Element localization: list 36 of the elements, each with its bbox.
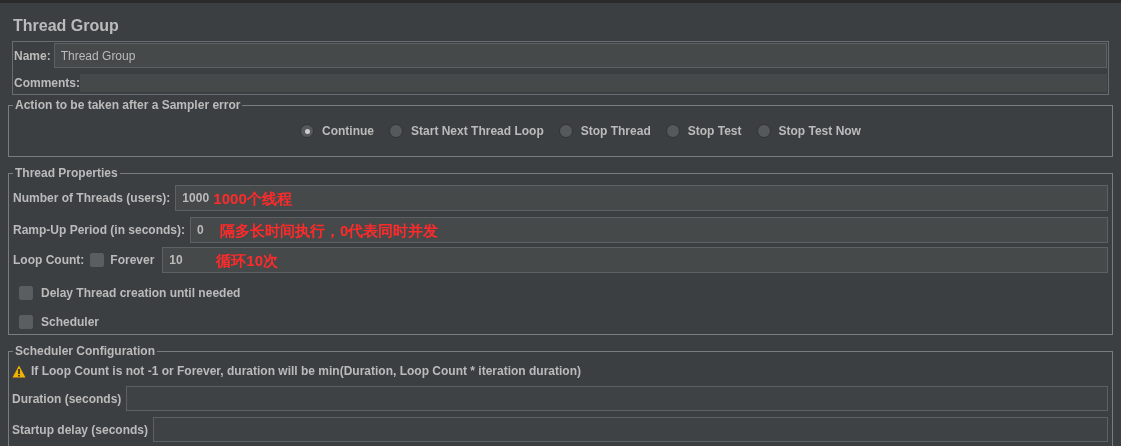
comments-field[interactable] bbox=[80, 74, 1107, 92]
radio-label[interactable]: Stop Test Now bbox=[778, 122, 861, 140]
annotation: 1000个线程 bbox=[213, 189, 292, 209]
panel-title: Thread Group bbox=[13, 17, 119, 34]
group-title: Thread Properties bbox=[13, 165, 120, 181]
annotation: 循环10次 bbox=[216, 251, 279, 271]
field-label: Duration (seconds) bbox=[12, 390, 122, 408]
checkbox-label[interactable]: Forever bbox=[110, 251, 155, 269]
radio-button[interactable] bbox=[389, 124, 404, 138]
radio-button[interactable] bbox=[756, 124, 771, 138]
field-label: Ramp-Up Period (in seconds): bbox=[13, 222, 185, 239]
annotation: 隔多长时间执行，0代表同时并发 bbox=[220, 221, 439, 241]
checkbox-label[interactable]: Scheduler bbox=[41, 312, 100, 331]
checkbox[interactable] bbox=[19, 285, 33, 300]
radio-label[interactable]: Start Next Thread Loop bbox=[411, 122, 544, 140]
input-field[interactable] bbox=[126, 386, 1108, 411]
field-label: Number of Threads (users): bbox=[13, 190, 171, 207]
name-field[interactable]: Thread Group bbox=[53, 43, 1107, 68]
radio-button[interactable] bbox=[300, 124, 315, 138]
radio-label[interactable]: Stop Thread bbox=[580, 122, 651, 140]
radio-label[interactable]: Stop Test bbox=[687, 122, 742, 140]
field-label: Startup delay (seconds) bbox=[12, 421, 149, 439]
input-field[interactable] bbox=[153, 417, 1108, 442]
checkbox-label[interactable]: Delay Thread creation until needed bbox=[41, 283, 241, 302]
field-label: Loop Count: bbox=[13, 252, 85, 269]
warning-icon bbox=[12, 364, 26, 378]
field-label: Comments: bbox=[14, 75, 80, 92]
checkbox[interactable] bbox=[90, 253, 105, 267]
warning-message: If Loop Count is not -1 or Forever, duration will be min(Duration, Loop Count * iteration duration) bbox=[31, 363, 581, 380]
field-label: Name: bbox=[14, 47, 51, 65]
radio-button[interactable] bbox=[665, 124, 680, 138]
checkbox[interactable] bbox=[19, 314, 33, 329]
group-title: Action to be taken after a Sampler error bbox=[13, 97, 243, 113]
radio-label[interactable]: Continue bbox=[322, 122, 375, 140]
group-title: Scheduler Configuration bbox=[13, 343, 157, 359]
radio-button[interactable] bbox=[558, 124, 573, 138]
